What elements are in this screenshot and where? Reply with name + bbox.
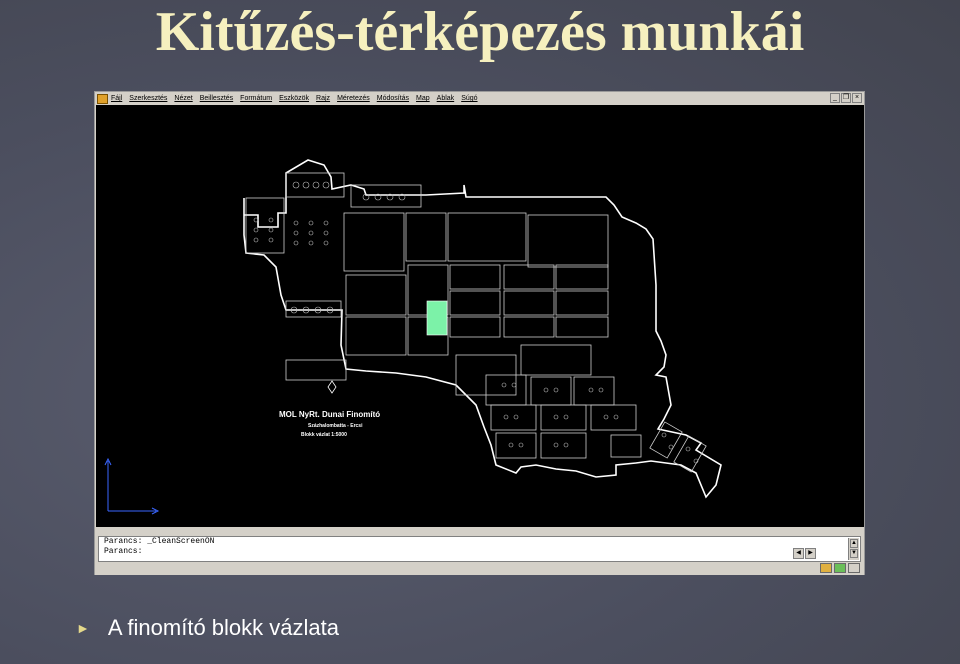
scroll-down-icon[interactable]: ▼ — [850, 549, 858, 558]
command-history-line: Parancs: _CleanScreenON — [104, 537, 215, 546]
minimize-button[interactable]: _ — [830, 93, 840, 103]
command-prompt[interactable]: Parancs: — [99, 547, 860, 557]
menu-item-file[interactable]: Fájl — [111, 92, 122, 105]
menu-item-format[interactable]: Formátum — [240, 92, 272, 105]
menu-item-modify[interactable]: Módosítás — [377, 92, 409, 105]
map-scale: Blokk vázlat 1:5000 — [301, 432, 347, 438]
menu-item-draw[interactable]: Rajz — [316, 92, 330, 105]
menu-item-window[interactable]: Ablak — [437, 92, 455, 105]
bullet-text: A finomító blokk vázlata — [107, 615, 339, 640]
bullet-arrow-icon: ► — [76, 620, 90, 636]
lock-icon[interactable] — [820, 563, 832, 573]
menu-item-view[interactable]: Nézet — [174, 92, 192, 105]
highlighted-block[interactable] — [426, 300, 448, 336]
site-outline — [243, 159, 722, 499]
scroll-right-icon[interactable]: ▶ — [805, 548, 816, 559]
drawing-canvas[interactable]: MOL NyRt. Dunai Finomító Százhalombatta … — [96, 105, 864, 527]
arrow-icon[interactable] — [848, 563, 860, 573]
horizontal-scroll-buttons: ◀ ▶ — [793, 548, 816, 559]
menu-item-insert[interactable]: Beillesztés — [200, 92, 233, 105]
menu-item-help[interactable]: Súgó — [461, 92, 477, 105]
map-title: MOL NyRt. Dunai Finomító — [279, 410, 380, 419]
status-bar — [95, 562, 864, 575]
window-controls: _ ❐ × — [830, 93, 862, 103]
tank-symbols — [253, 181, 699, 464]
slide-title: Kitűzés-térképezés munkái — [155, 1, 805, 63]
menu-bar: Fájl Szerkesztés Nézet Beillesztés Formá… — [95, 92, 864, 105]
command-scrollbar[interactable]: ▲ ▼ — [848, 538, 859, 560]
command-line[interactable]: Parancs: _CleanScreenON Parancs: ▲ ▼ — [98, 536, 861, 562]
close-button[interactable]: × — [852, 93, 862, 103]
menu-item-map[interactable]: Map — [416, 92, 430, 105]
map-location: Százhalombatta - Ercsi — [308, 423, 363, 429]
scroll-left-icon[interactable]: ◀ — [793, 548, 804, 559]
ucs-icon — [104, 457, 160, 515]
restore-button[interactable]: ❐ — [841, 93, 851, 103]
bullet-item: ► A finomító blokk vázlata — [76, 614, 339, 642]
refinery-block-map: MOL NyRt. Dunai Finomító Százhalombatta … — [104, 159, 722, 515]
map-legend: MOL NyRt. Dunai Finomító Százhalombatta … — [279, 410, 380, 438]
menu-item-edit[interactable]: Szerkesztés — [129, 92, 167, 105]
tray-icon[interactable] — [834, 563, 846, 573]
scroll-up-icon[interactable]: ▲ — [850, 539, 858, 548]
north-arrow-icon — [327, 380, 337, 394]
menu-item-dimension[interactable]: Méretezés — [337, 92, 370, 105]
status-icons — [820, 563, 860, 573]
menu-item-tools[interactable]: Eszközök — [279, 92, 309, 105]
cad-window: Fájl Szerkesztés Nézet Beillesztés Formá… — [94, 91, 865, 575]
app-icon[interactable] — [97, 93, 108, 104]
